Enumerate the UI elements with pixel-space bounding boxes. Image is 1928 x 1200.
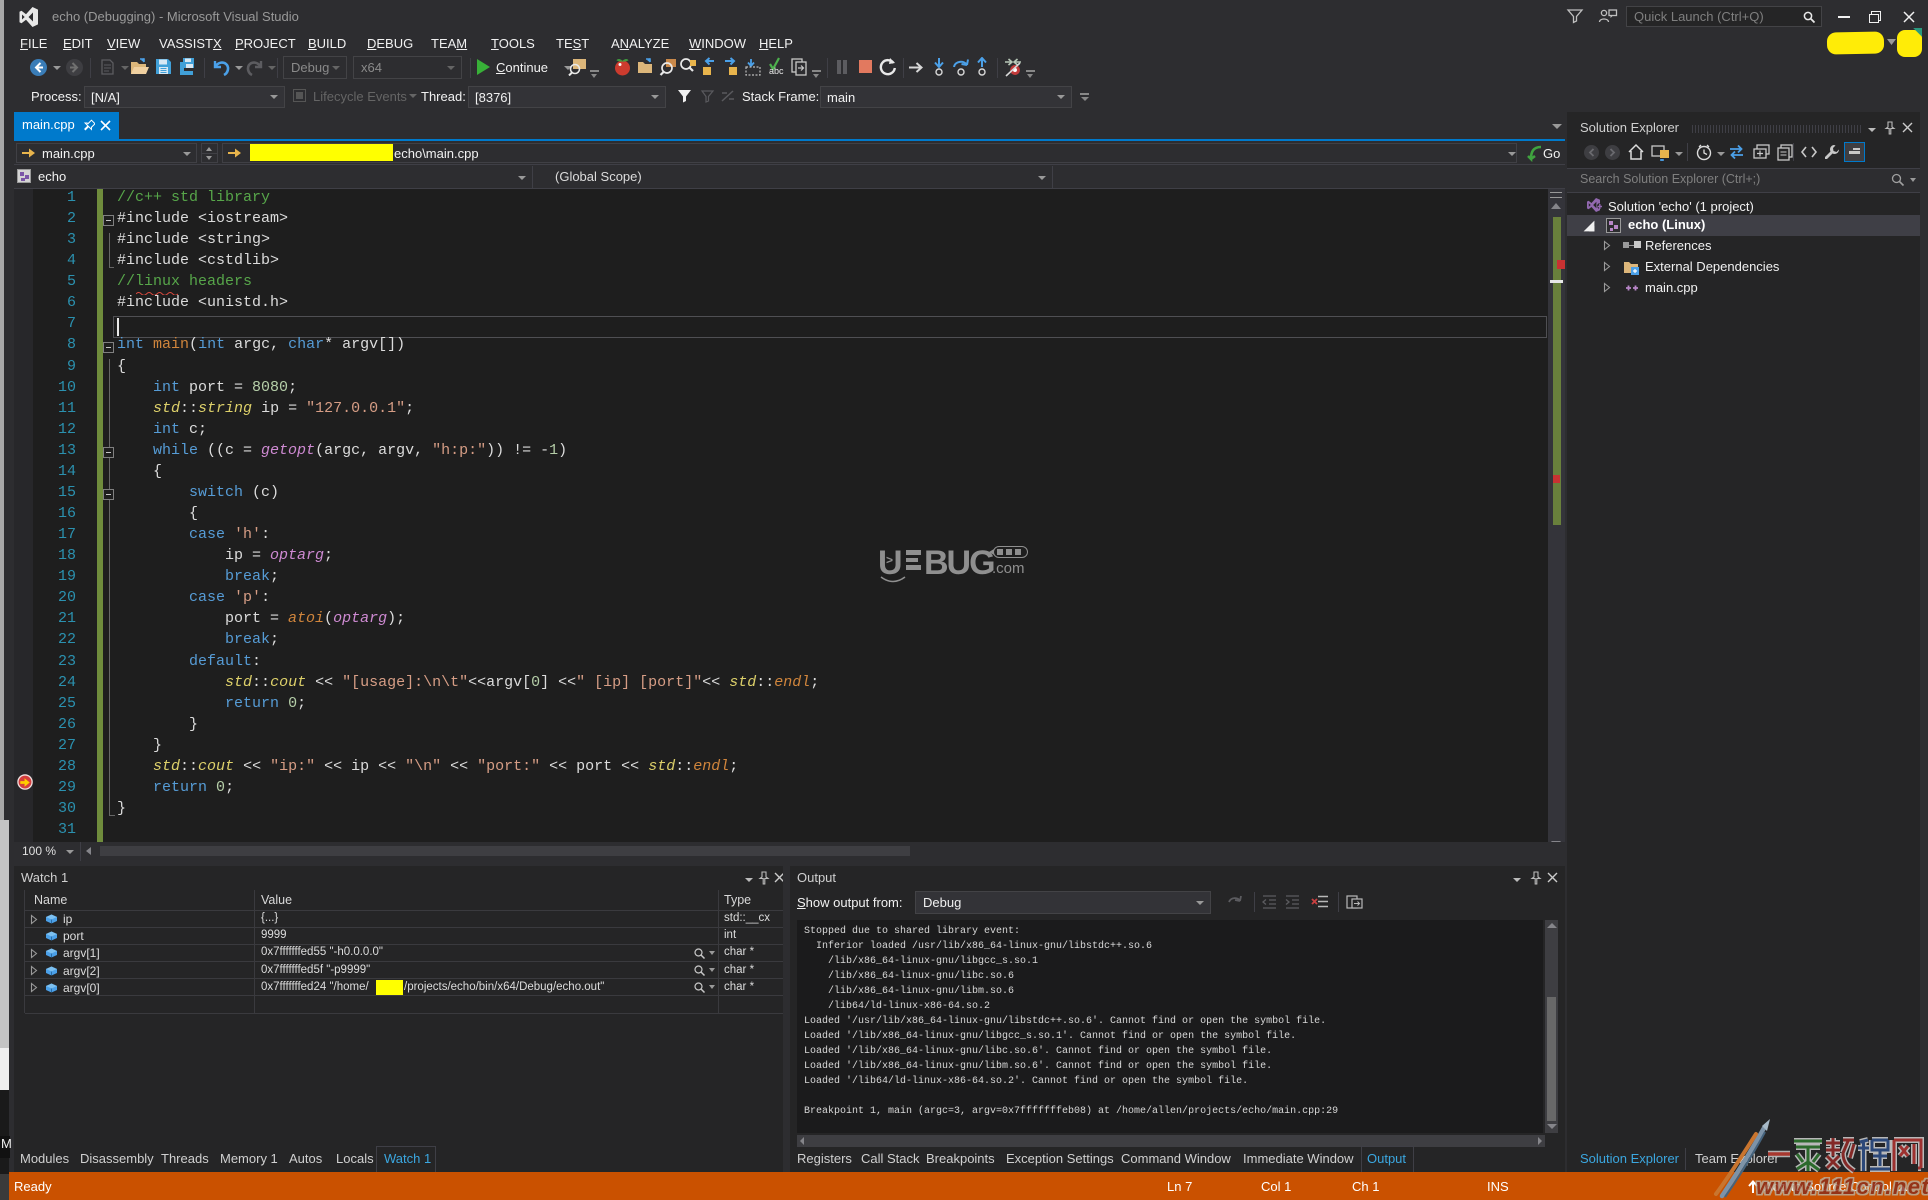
- svg-text:abc: abc: [769, 66, 784, 76]
